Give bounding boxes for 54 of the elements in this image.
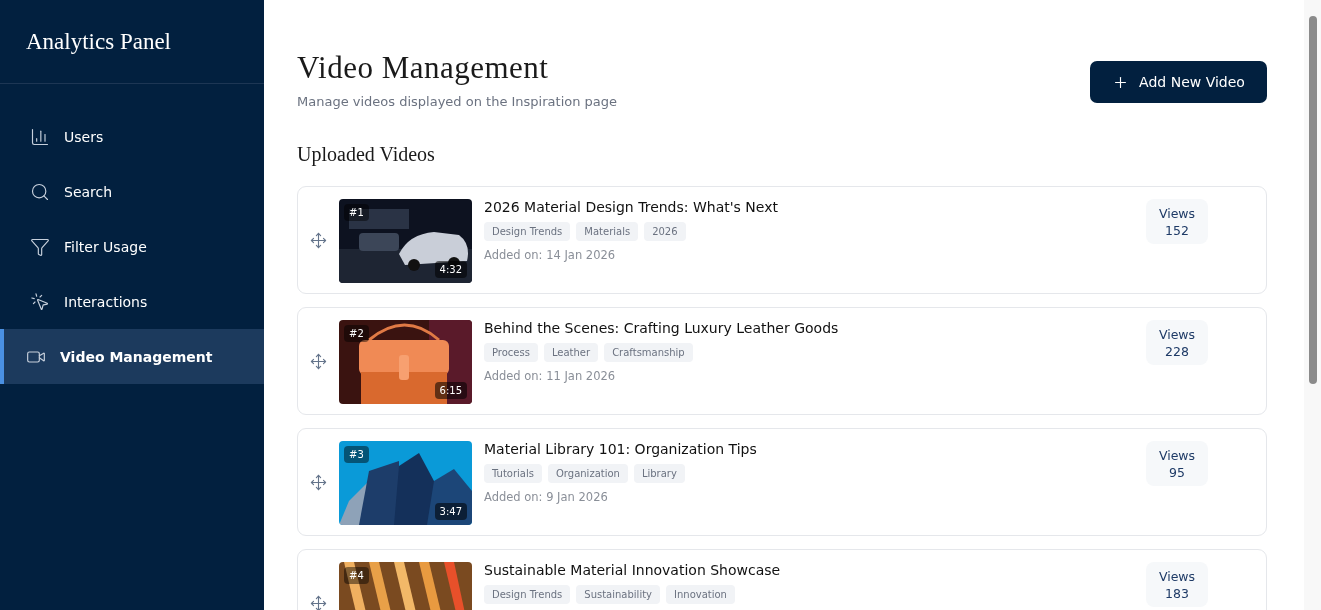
tag: Library — [633, 464, 685, 483]
video-title: 2026 Material Design Trends: What's Next — [484, 199, 779, 215]
drag-handle-icon[interactable] — [310, 352, 327, 370]
tag: Sustainability — [576, 585, 660, 604]
pointer-click-icon — [30, 291, 50, 312]
views-count: 228 — [1165, 343, 1189, 359]
funnel-icon — [30, 236, 50, 257]
nav-item[interactable]: Search — [0, 164, 264, 219]
duration-badge: 3:47 — [434, 503, 467, 520]
duration-badge: 6:15 — [434, 382, 467, 399]
video-title: Sustainable Material Innovation Showcase — [484, 562, 782, 578]
tag: Innovation — [666, 585, 735, 604]
views-label: Views — [1158, 326, 1196, 342]
added-date: Added on: 14 Jan 2026 — [484, 248, 617, 262]
added-date: Added on: 11 Jan 2026 — [484, 369, 617, 383]
tag: Leather — [543, 343, 599, 362]
add-video-button[interactable]: Add New Video — [1090, 61, 1267, 103]
scrollbar[interactable] — [1304, 0, 1321, 610]
search-icon — [30, 181, 50, 202]
nav-item[interactable]: Filter Usage — [0, 219, 264, 274]
rank-badge: #2 — [344, 325, 369, 342]
drag-handle-icon[interactable] — [310, 231, 327, 249]
tag: Organization — [548, 464, 628, 483]
section-title: Uploaded Videos — [297, 143, 436, 166]
views-count: 95 — [1169, 464, 1185, 480]
app-title: Analytics Panel — [26, 28, 171, 55]
drag-handle-icon[interactable] — [310, 594, 327, 610]
views-label: Views — [1158, 568, 1196, 584]
nav-item[interactable]: Video Management — [0, 329, 264, 384]
tag: Craftsmanship — [604, 343, 693, 362]
rank-badge: #3 — [344, 446, 369, 463]
video-title: Behind the Scenes: Crafting Luxury Leather Goods — [484, 320, 840, 336]
tag: 2026 — [644, 222, 686, 241]
nav-item[interactable]: Interactions — [0, 274, 264, 329]
drag-handle-icon[interactable] — [310, 473, 327, 491]
page-title: Video Management — [297, 50, 550, 86]
page-subtitle: Manage videos displayed on the Inspiration page — [297, 94, 618, 109]
tag: Process — [484, 343, 538, 362]
nav-item[interactable]: Users — [0, 109, 264, 164]
rank-badge: #1 — [344, 204, 369, 221]
views-label: Views — [1158, 447, 1196, 463]
added-date: Added on: 9 Jan 2026 — [484, 490, 609, 504]
bar-chart-icon — [30, 126, 50, 147]
views-count: 183 — [1165, 585, 1189, 601]
video-title: Material Library 101: Organization Tips — [484, 441, 758, 457]
tag: Design Trends — [484, 585, 571, 604]
tag: Tutorials — [484, 464, 542, 483]
tag: Materials — [576, 222, 639, 241]
rank-badge: #4 — [344, 567, 369, 584]
views-label: Views — [1158, 205, 1196, 221]
tag: Design Trends — [484, 222, 571, 241]
views-count: 152 — [1165, 222, 1189, 238]
scrollbar-thumb[interactable] — [1308, 16, 1317, 384]
duration-badge: 4:32 — [434, 261, 467, 278]
